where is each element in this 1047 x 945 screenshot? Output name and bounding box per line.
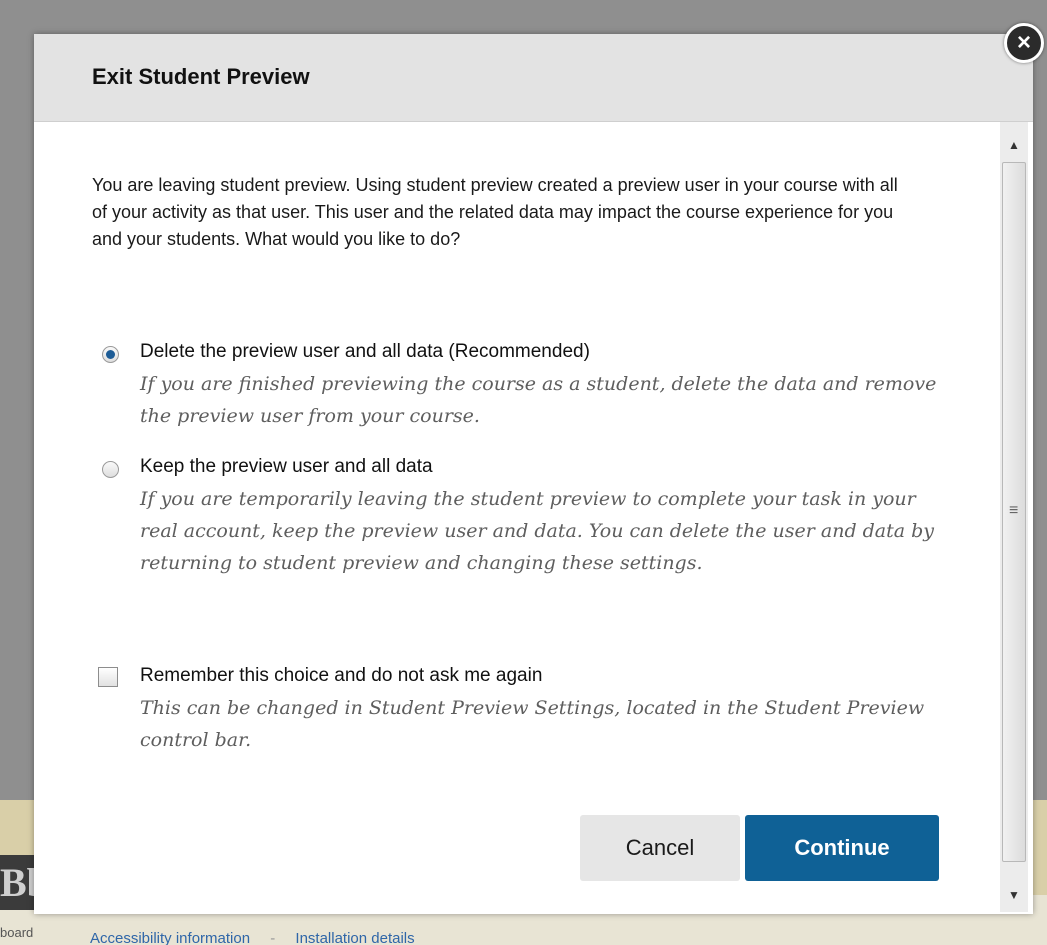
footer-links: Accessibility information - Installation… <box>90 930 431 945</box>
delete-option-description: If you are finished previewing the cours… <box>140 373 937 427</box>
delete-option-label[interactable]: Delete the preview user and all data (Re… <box>140 341 590 363</box>
footer-left-text: board <box>0 925 34 940</box>
dialog-scrollbar[interactable]: ▲ ≡ ▼ <box>1000 122 1028 912</box>
exit-student-preview-dialog: Exit Student Preview You are leaving stu… <box>34 34 1033 914</box>
dialog-content: You are leaving student preview. Using s… <box>92 172 952 253</box>
remember-choice-checkbox[interactable] <box>98 667 118 687</box>
keep-option-description: If you are temporarily leaving the stude… <box>140 488 935 574</box>
scrollbar-thumb[interactable]: ≡ <box>1002 162 1026 862</box>
remember-choice-description: This can be changed in Student Preview S… <box>140 697 925 751</box>
scroll-up-arrow-icon[interactable]: ▲ <box>1000 132 1028 158</box>
cancel-button[interactable]: Cancel <box>580 815 740 881</box>
remember-choice-label[interactable]: Remember this choice and do not ask me a… <box>140 665 542 687</box>
footer-link-installation[interactable]: Installation details <box>295 930 414 945</box>
keep-option-label[interactable]: Keep the preview user and all data <box>140 456 433 478</box>
scrollbar-grip-icon: ≡ <box>1009 502 1019 519</box>
dialog-header: Exit Student Preview <box>34 34 1033 122</box>
footer-link-accessibility[interactable]: Accessibility information <box>90 930 250 945</box>
keep-option-radio[interactable] <box>102 461 119 478</box>
intro-text: You are leaving student preview. Using s… <box>92 175 898 249</box>
continue-button[interactable]: Continue <box>745 815 939 881</box>
close-icon[interactable]: × <box>1004 23 1044 63</box>
scroll-down-arrow-icon[interactable]: ▼ <box>1000 882 1028 908</box>
footer-link-separator: - <box>270 930 276 945</box>
dialog-title: Exit Student Preview <box>92 64 310 89</box>
delete-option-radio[interactable] <box>102 346 119 363</box>
